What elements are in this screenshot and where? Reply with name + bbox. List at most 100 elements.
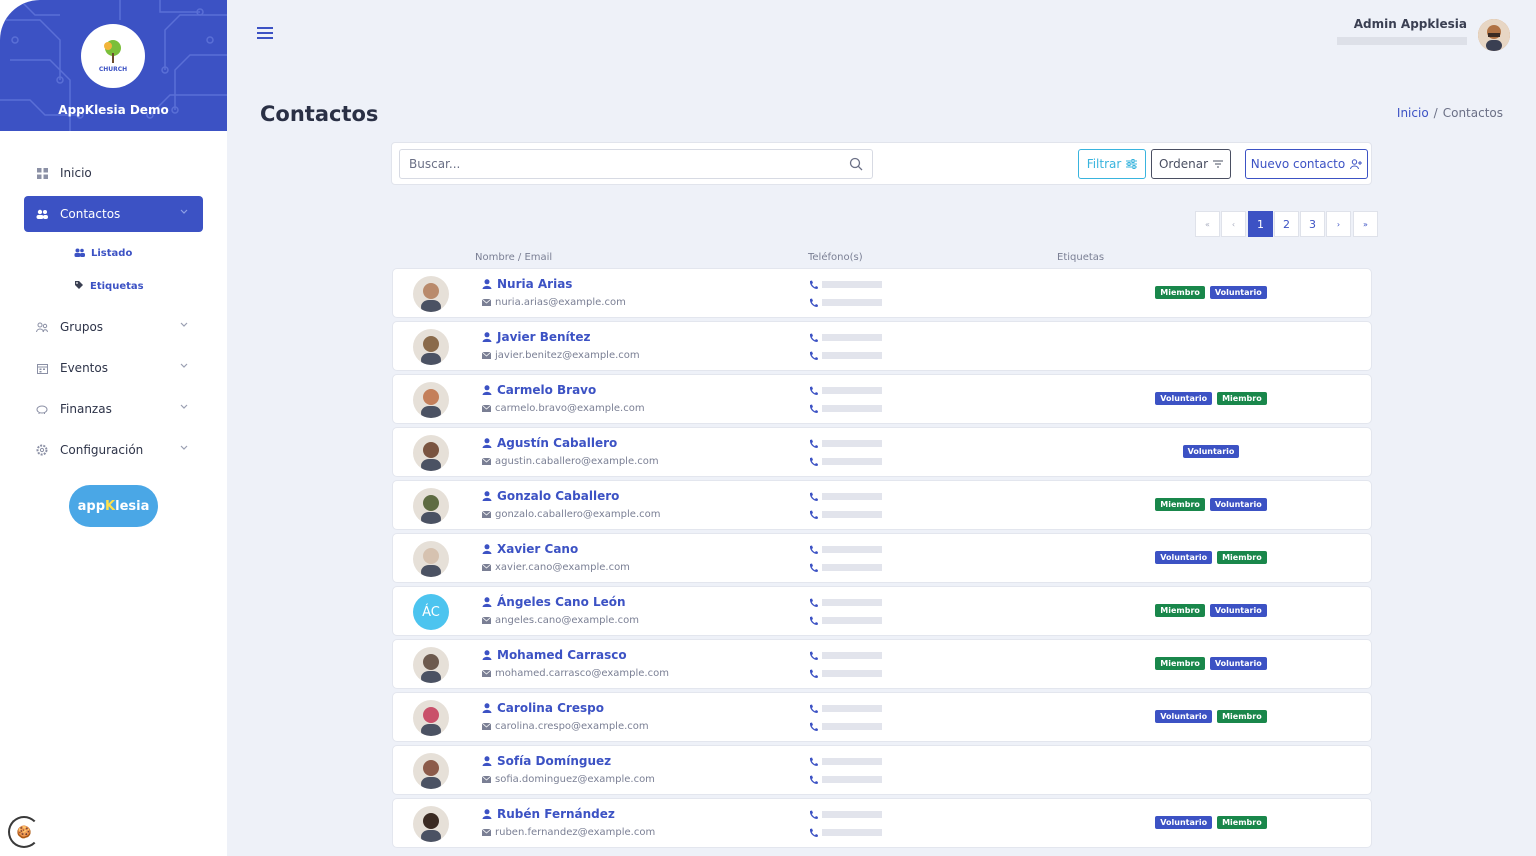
sidebar-item-inicio[interactable]: Inicio — [24, 155, 203, 191]
user-avatar[interactable] — [1478, 19, 1510, 51]
contact-name-link[interactable]: Sofía Domínguez — [482, 754, 611, 768]
page-last-button[interactable]: » — [1353, 211, 1378, 237]
contact-email[interactable]: mohamed.carrasco@example.com — [482, 668, 669, 679]
phone-redacted[interactable] — [809, 775, 883, 784]
page-next-button[interactable]: › — [1326, 211, 1351, 237]
contact-email[interactable]: javier.benitez@example.com — [482, 350, 640, 361]
contact-avatar[interactable] — [413, 382, 449, 418]
contact-avatar[interactable] — [413, 276, 449, 312]
contact-avatar[interactable] — [413, 753, 449, 789]
phone-redacted[interactable] — [809, 651, 883, 660]
contact-avatar[interactable] — [413, 806, 449, 842]
phone-redacted[interactable] — [809, 280, 883, 289]
contact-row[interactable]: Rubén Fernández ruben.fernandez@example.… — [392, 798, 1372, 848]
contact-email[interactable]: agustin.caballero@example.com — [482, 456, 659, 467]
phone-redacted[interactable] — [809, 404, 883, 413]
tag-badge[interactable]: Voluntario — [1155, 710, 1213, 723]
contact-name-link[interactable]: Gonzalo Caballero — [482, 489, 619, 503]
contact-name-link[interactable]: Rubén Fernández — [482, 807, 615, 821]
contact-row[interactable]: Xavier Cano xavier.cano@example.com Volu… — [392, 533, 1372, 583]
phone-redacted[interactable] — [809, 616, 883, 625]
phone-redacted[interactable] — [809, 298, 883, 307]
contact-email[interactable]: xavier.cano@example.com — [482, 562, 630, 573]
tag-badge[interactable]: Miembro — [1155, 604, 1205, 617]
sidebar-subitem-etiquetas[interactable]: Etiquetas — [24, 270, 203, 303]
menu-toggle-button[interactable] — [257, 27, 273, 40]
tag-badge[interactable]: Voluntario — [1209, 286, 1267, 299]
sidebar-item-grupos[interactable]: Grupos — [24, 309, 203, 345]
phone-redacted[interactable] — [809, 386, 883, 395]
phone-redacted[interactable] — [809, 545, 883, 554]
page-prev-button[interactable]: ‹ — [1221, 211, 1246, 237]
contact-avatar[interactable] — [413, 647, 449, 683]
cookie-settings-button[interactable]: 🍪 — [8, 816, 40, 848]
tag-badge[interactable]: Miembro — [1217, 551, 1267, 564]
phone-redacted[interactable] — [809, 598, 883, 607]
user-menu[interactable]: Admin Appklesia — [1337, 17, 1467, 45]
phone-redacted[interactable] — [809, 810, 883, 819]
sidebar-item-configuracion[interactable]: Configuración — [24, 432, 203, 468]
contact-name-link[interactable]: Carolina Crespo — [482, 701, 604, 715]
contact-row[interactable]: Sofía Domínguez sofia.dominguez@example.… — [392, 745, 1372, 795]
phone-redacted[interactable] — [809, 828, 883, 837]
order-button[interactable]: Ordenar — [1151, 149, 1231, 179]
phone-redacted[interactable] — [809, 439, 883, 448]
contact-name-link[interactable]: Javier Benítez — [482, 330, 591, 344]
contact-name-link[interactable]: Xavier Cano — [482, 542, 578, 556]
tag-badge[interactable]: Voluntario — [1209, 657, 1267, 670]
phone-redacted[interactable] — [809, 757, 883, 766]
contact-email[interactable]: carmelo.bravo@example.com — [482, 403, 645, 414]
contact-avatar[interactable] — [413, 541, 449, 577]
contact-avatar[interactable] — [413, 488, 449, 524]
sidebar-item-contactos[interactable]: Contactos — [24, 196, 203, 232]
breadcrumb-home[interactable]: Inicio — [1397, 106, 1429, 120]
tag-badge[interactable]: Voluntario — [1155, 816, 1213, 829]
phone-redacted[interactable] — [809, 722, 883, 731]
contact-row[interactable]: Carolina Crespo carolina.crespo@example.… — [392, 692, 1372, 742]
phone-redacted[interactable] — [809, 510, 883, 519]
contact-row[interactable]: Javier Benítez javier.benitez@example.co… — [392, 321, 1372, 371]
contact-email[interactable]: ruben.fernandez@example.com — [482, 827, 655, 838]
page-button-3[interactable]: 3 — [1300, 211, 1325, 237]
page-first-button[interactable]: « — [1195, 211, 1220, 237]
tag-badge[interactable]: Miembro — [1155, 657, 1205, 670]
sidebar-item-finanzas[interactable]: Finanzas — [24, 391, 203, 427]
contact-email[interactable]: nuria.arias@example.com — [482, 297, 626, 308]
contact-avatar[interactable]: ÁC — [413, 594, 449, 630]
page-button-2[interactable]: 2 — [1274, 211, 1299, 237]
contact-row[interactable]: Gonzalo Caballero gonzalo.caballero@exam… — [392, 480, 1372, 530]
search-input[interactable]: Buscar... — [399, 149, 873, 179]
phone-redacted[interactable] — [809, 669, 883, 678]
contact-name-link[interactable]: Ángeles Cano León — [482, 595, 626, 609]
phone-redacted[interactable] — [809, 333, 883, 342]
tag-badge[interactable]: Miembro — [1155, 286, 1205, 299]
tag-badge[interactable]: Voluntario — [1155, 551, 1213, 564]
tag-badge[interactable]: Voluntario — [1182, 445, 1240, 458]
contact-email[interactable]: sofia.dominguez@example.com — [482, 774, 655, 785]
contact-email[interactable]: gonzalo.caballero@example.com — [482, 509, 660, 520]
contact-avatar[interactable] — [413, 329, 449, 365]
contact-email[interactable]: carolina.crespo@example.com — [482, 721, 649, 732]
contact-row[interactable]: ÁC Ángeles Cano León angeles.cano@exampl… — [392, 586, 1372, 636]
tag-badge[interactable]: Voluntario — [1209, 498, 1267, 511]
contact-row[interactable]: Carmelo Bravo carmelo.bravo@example.com … — [392, 374, 1372, 424]
tag-badge[interactable]: Voluntario — [1209, 604, 1267, 617]
tag-badge[interactable]: Miembro — [1155, 498, 1205, 511]
contact-avatar[interactable] — [413, 700, 449, 736]
tag-badge[interactable]: Miembro — [1217, 392, 1267, 405]
sidebar-item-eventos[interactable]: Eventos — [24, 350, 203, 386]
contact-row[interactable]: Agustín Caballero agustin.caballero@exam… — [392, 427, 1372, 477]
contact-name-link[interactable]: Agustín Caballero — [482, 436, 617, 450]
tag-badge[interactable]: Miembro — [1217, 816, 1267, 829]
contact-row[interactable]: Nuria Arias nuria.arias@example.com Miem… — [392, 268, 1372, 318]
contact-name-link[interactable]: Carmelo Bravo — [482, 383, 596, 397]
phone-redacted[interactable] — [809, 563, 883, 572]
contact-name-link[interactable]: Nuria Arias — [482, 277, 572, 291]
filter-button[interactable]: Filtrar — [1078, 149, 1146, 179]
contact-avatar[interactable] — [413, 435, 449, 471]
contact-name-link[interactable]: Mohamed Carrasco — [482, 648, 627, 662]
sidebar-subitem-listado[interactable]: Listado — [24, 237, 203, 270]
phone-redacted[interactable] — [809, 457, 883, 466]
contact-email[interactable]: angeles.cano@example.com — [482, 615, 639, 626]
tag-badge[interactable]: Miembro — [1217, 710, 1267, 723]
